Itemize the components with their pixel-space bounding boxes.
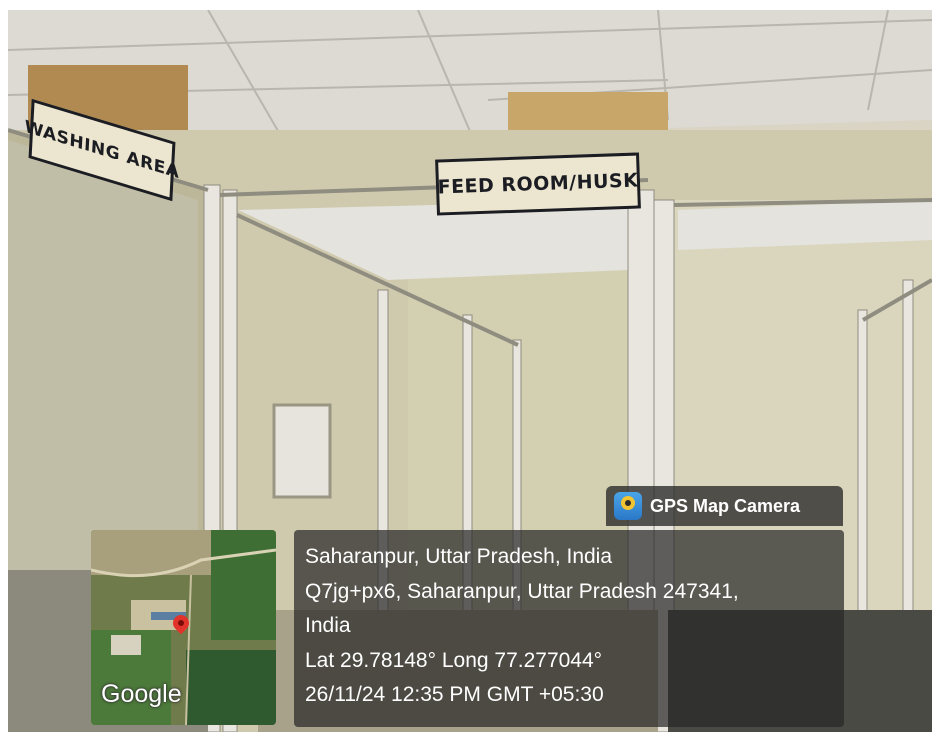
city-line: Saharanpur, Uttar Pradesh, India [305, 545, 613, 568]
address-line: Q7jg+px6, Saharanpur, Uttar Pradesh 2473… [305, 579, 739, 603]
address-country: India [305, 614, 351, 637]
feed-room-sign: FEED ROOM/HUSK [435, 152, 641, 216]
map-logo: Google [101, 680, 182, 708]
timestamp: 26/11/24 12:35 PM GMT +05:30 [305, 683, 604, 706]
location-info-panel: Saharanpur, Uttar Pradesh, India Q7jg+px… [294, 530, 844, 727]
gps-camera-header: GPS Map Camera [606, 486, 843, 526]
coordinates: Lat 29.78148° Long 77.277044° [305, 648, 603, 672]
gps-camera-icon [614, 492, 642, 520]
map-thumbnail: Google [91, 530, 276, 725]
app-name: GPS Map Camera [650, 495, 801, 516]
